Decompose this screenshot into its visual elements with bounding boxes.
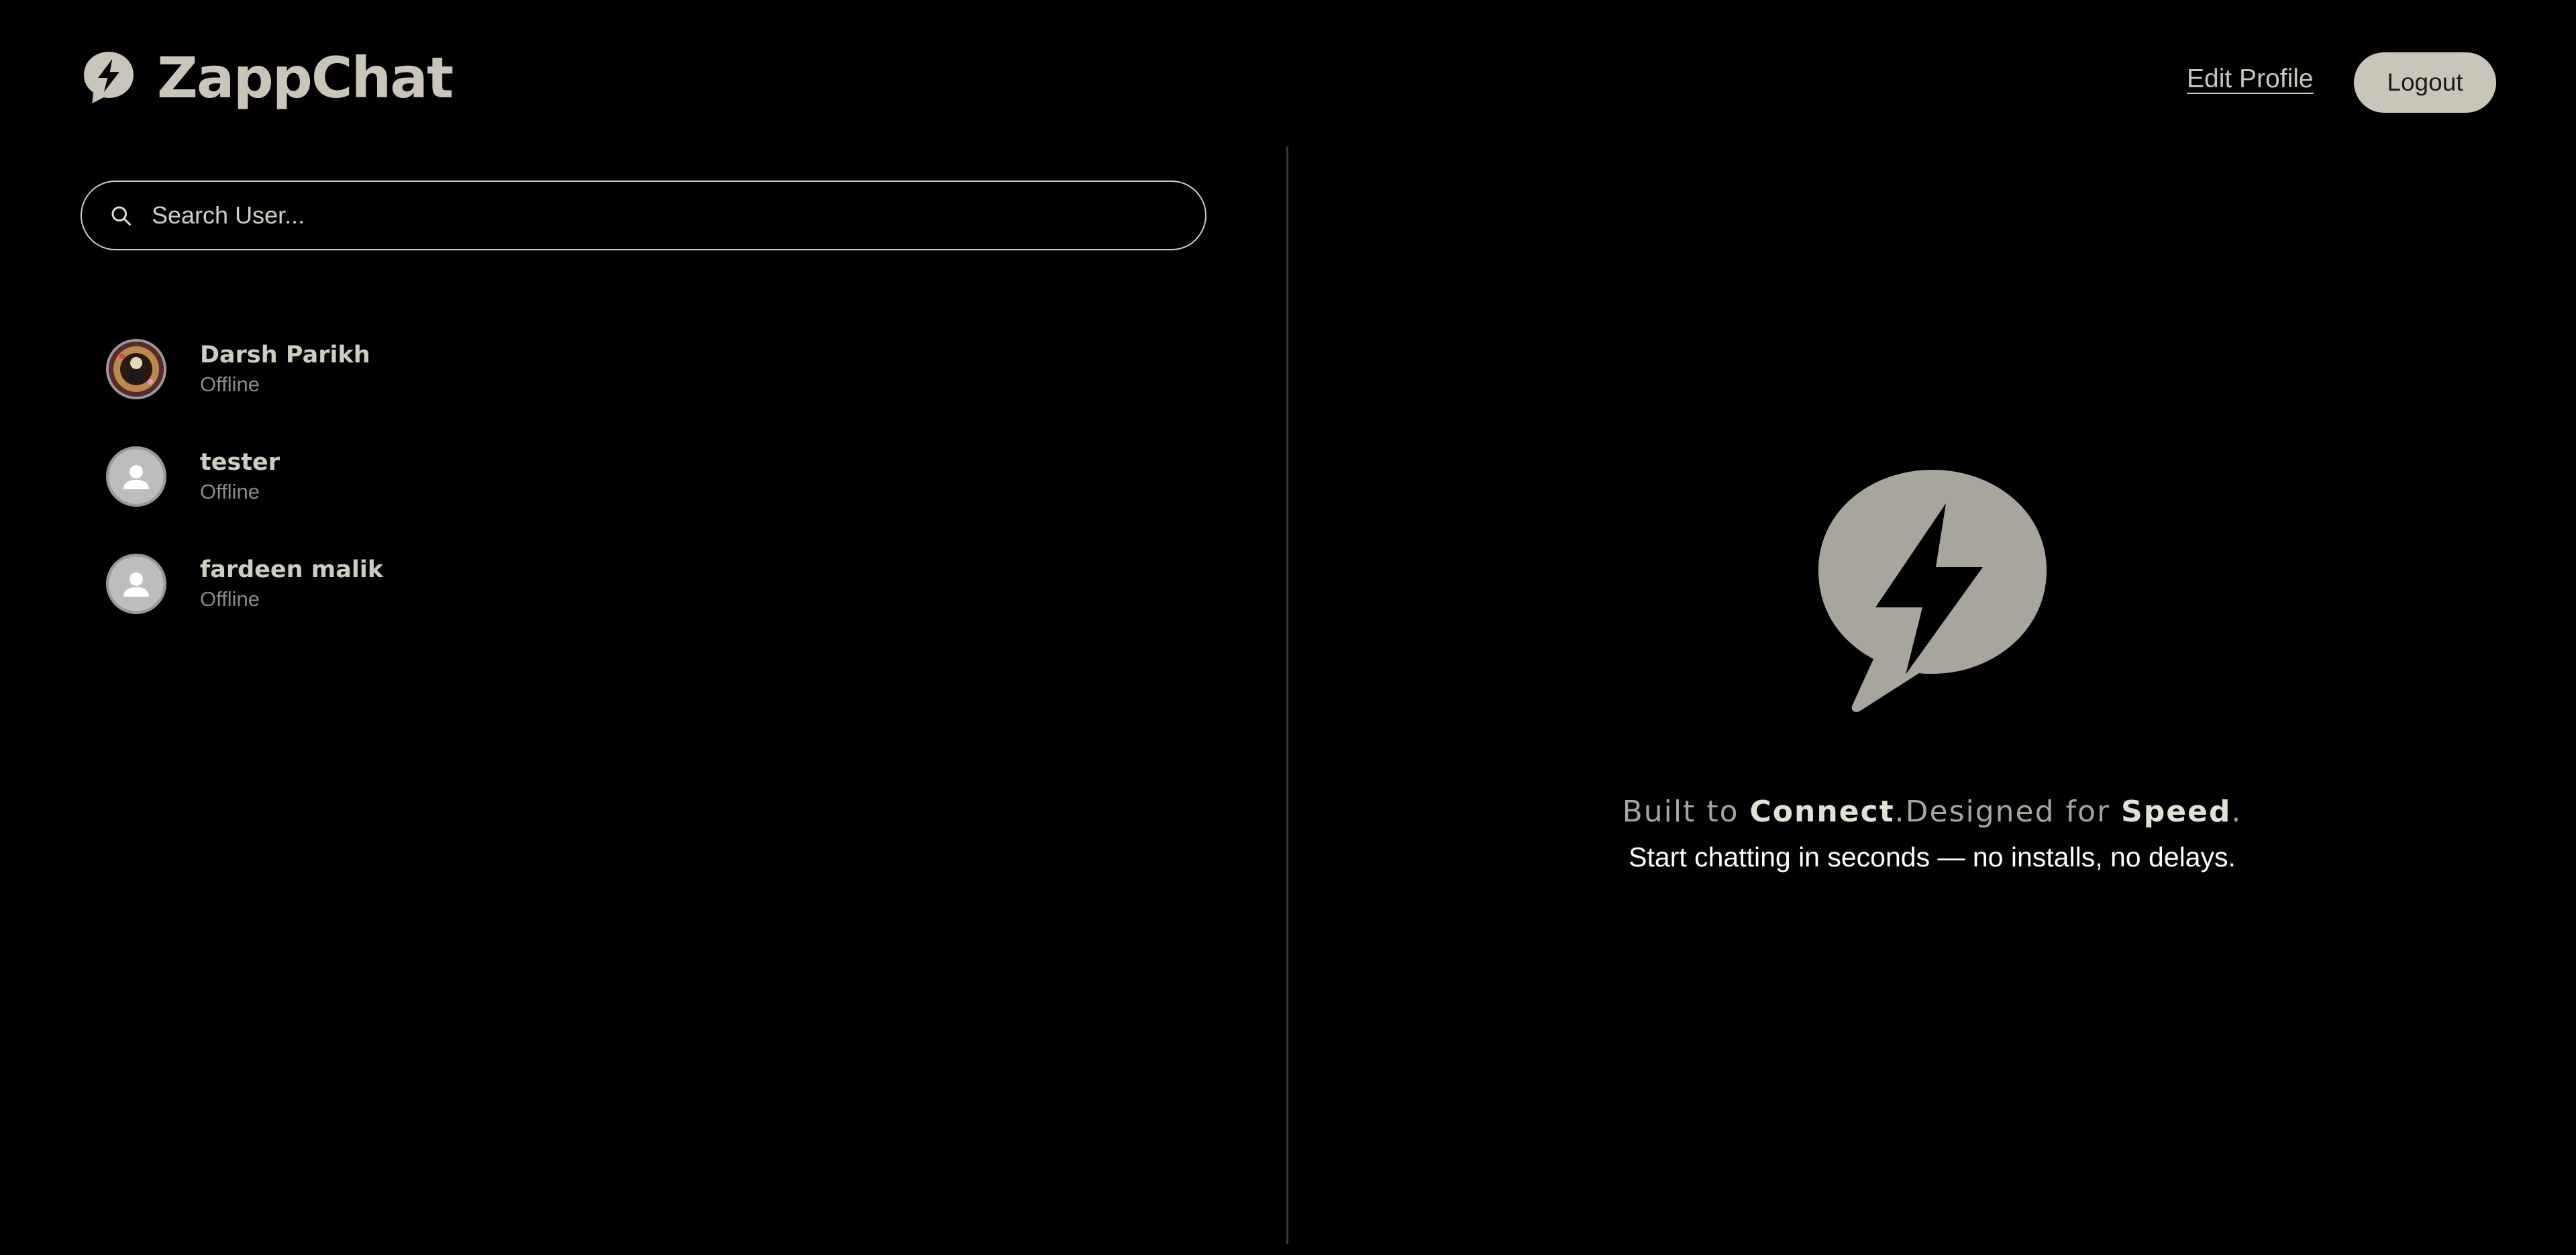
- user-status: Offline: [200, 480, 260, 503]
- brand-name: ZappChat: [157, 45, 454, 111]
- default-user-icon: [109, 556, 164, 611]
- search-input[interactable]: [150, 195, 1205, 236]
- photo-avatar-icon: [109, 342, 164, 397]
- app-page: ZappChat Edit Profile Logout Search User…: [0, 0, 2576, 1255]
- lightning-chat-icon: [84, 52, 134, 103]
- welcome-tagline: Built to Connect.Designed for Speed.: [1622, 795, 2243, 829]
- user-status: Offline: [200, 372, 260, 396]
- welcome-subline: Start chatting in seconds — no installs,…: [1629, 842, 2236, 872]
- user-name: Darsh Parikh: [200, 342, 370, 368]
- avatar: [106, 554, 166, 614]
- search-icon: [111, 206, 131, 225]
- default-user-icon: [109, 449, 164, 504]
- search-box[interactable]: [81, 181, 1206, 250]
- user-list-item[interactable]: tester Offline: [106, 423, 1180, 530]
- user-name: fardeen malik: [200, 556, 384, 583]
- app-logo[interactable]: ZappChat: [79, 45, 454, 111]
- user-name: tester: [200, 449, 280, 476]
- user-list-item[interactable]: Darsh Parikh Offline: [106, 315, 1180, 423]
- logout-button[interactable]: Logout: [2354, 52, 2496, 113]
- user-list: Darsh Parikh Offline tester Offline fard…: [106, 315, 1180, 638]
- edit-profile-link[interactable]: Edit Profile: [2187, 64, 2314, 94]
- avatar: [106, 339, 166, 399]
- avatar: [106, 446, 166, 507]
- user-list-item[interactable]: fardeen malik Offline: [106, 530, 1180, 638]
- user-status: Offline: [200, 587, 260, 611]
- panel-divider: [1286, 146, 1288, 1244]
- lightning-chat-icon: [1818, 470, 2047, 712]
